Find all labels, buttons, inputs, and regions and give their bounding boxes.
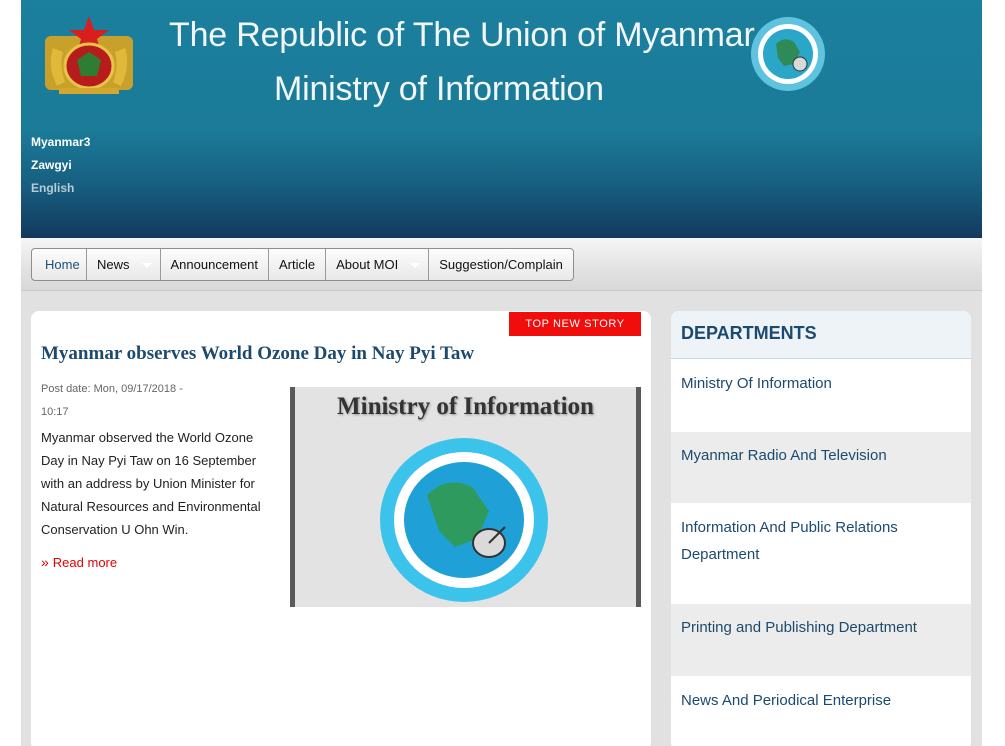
ministry-seal-icon (751, 17, 825, 91)
caret-down-icon (410, 263, 421, 268)
nav-article-label: Article (278, 257, 316, 272)
nav-news-label: News (97, 257, 130, 272)
state-emblem-icon (45, 16, 133, 94)
top-story-badge: TOP NEW STORY (509, 312, 641, 336)
nav-about-moi[interactable]: About MOI (326, 249, 430, 280)
nav-announcement-label: Announcement (170, 257, 258, 272)
nav-suggestion-label: Suggestion/Complain (439, 257, 563, 272)
site-header: The Republic of The Union of Myanmar Min… (21, 0, 982, 238)
departments-panel: DEPARTMENTS Ministry Of Information Myan… (671, 311, 971, 746)
departments-title: DEPARTMENTS (681, 323, 817, 343)
story-summary: Myanmar observed the World Ozone Day in … (41, 430, 261, 537)
top-story-card: TOP NEW STORY Myanmar observes World Ozo… (31, 311, 651, 746)
departments-header: DEPARTMENTS (671, 311, 971, 359)
lang-zawgyi-link[interactable]: Zawgyi (31, 158, 72, 172)
read-more-link[interactable]: » Read more (41, 554, 117, 570)
dept-information-public-relations[interactable]: Information And Public Relations Departm… (671, 504, 971, 603)
page-shell: The Republic of The Union of Myanmar Min… (21, 0, 982, 746)
dept-ministry-of-information[interactable]: Ministry Of Information (671, 360, 971, 431)
site-title-line-2: Ministry of Information (274, 70, 604, 108)
image-caption: Ministry of Information (337, 393, 594, 420)
story-title-link[interactable]: Myanmar observes World Ozone Day in Nay … (41, 343, 474, 365)
dept-printing-publishing[interactable]: Printing and Publishing Department (671, 604, 971, 676)
lang-english-link[interactable]: English (31, 181, 74, 195)
dept-news-periodical-enterprise[interactable]: News And Periodical Enterprise (671, 677, 971, 746)
lang-myanmar3-link[interactable]: Myanmar3 (31, 135, 90, 149)
nav-article[interactable]: Article (269, 249, 327, 280)
nav-news[interactable]: News (87, 249, 161, 280)
site-title-line-1: The Republic of The Union of Myanmar (169, 16, 755, 54)
nav-suggestion-complain[interactable]: Suggestion/Complain (429, 249, 573, 280)
double-chevron-right-icon: » (41, 554, 49, 570)
story-image[interactable]: Ministry of Information (290, 387, 641, 607)
ministry-seal-icon (380, 438, 548, 602)
nav-home[interactable]: Home (32, 249, 87, 280)
caret-down-icon (141, 263, 152, 268)
post-date: Post date: Mon, 09/17/2018 - 10:17 (41, 383, 183, 418)
dept-myanmar-radio-television[interactable]: Myanmar Radio And Television (671, 432, 971, 503)
nav-home-label: Home (45, 257, 80, 272)
main-nav: Home News Announcement Article About MOI… (21, 238, 982, 291)
read-more-label: Read more (52, 555, 118, 570)
nav-about-moi-label: About MOI (336, 257, 399, 272)
nav-announcement[interactable]: Announcement (161, 249, 269, 280)
nav-menu: Home News Announcement Article About MOI… (31, 248, 574, 281)
